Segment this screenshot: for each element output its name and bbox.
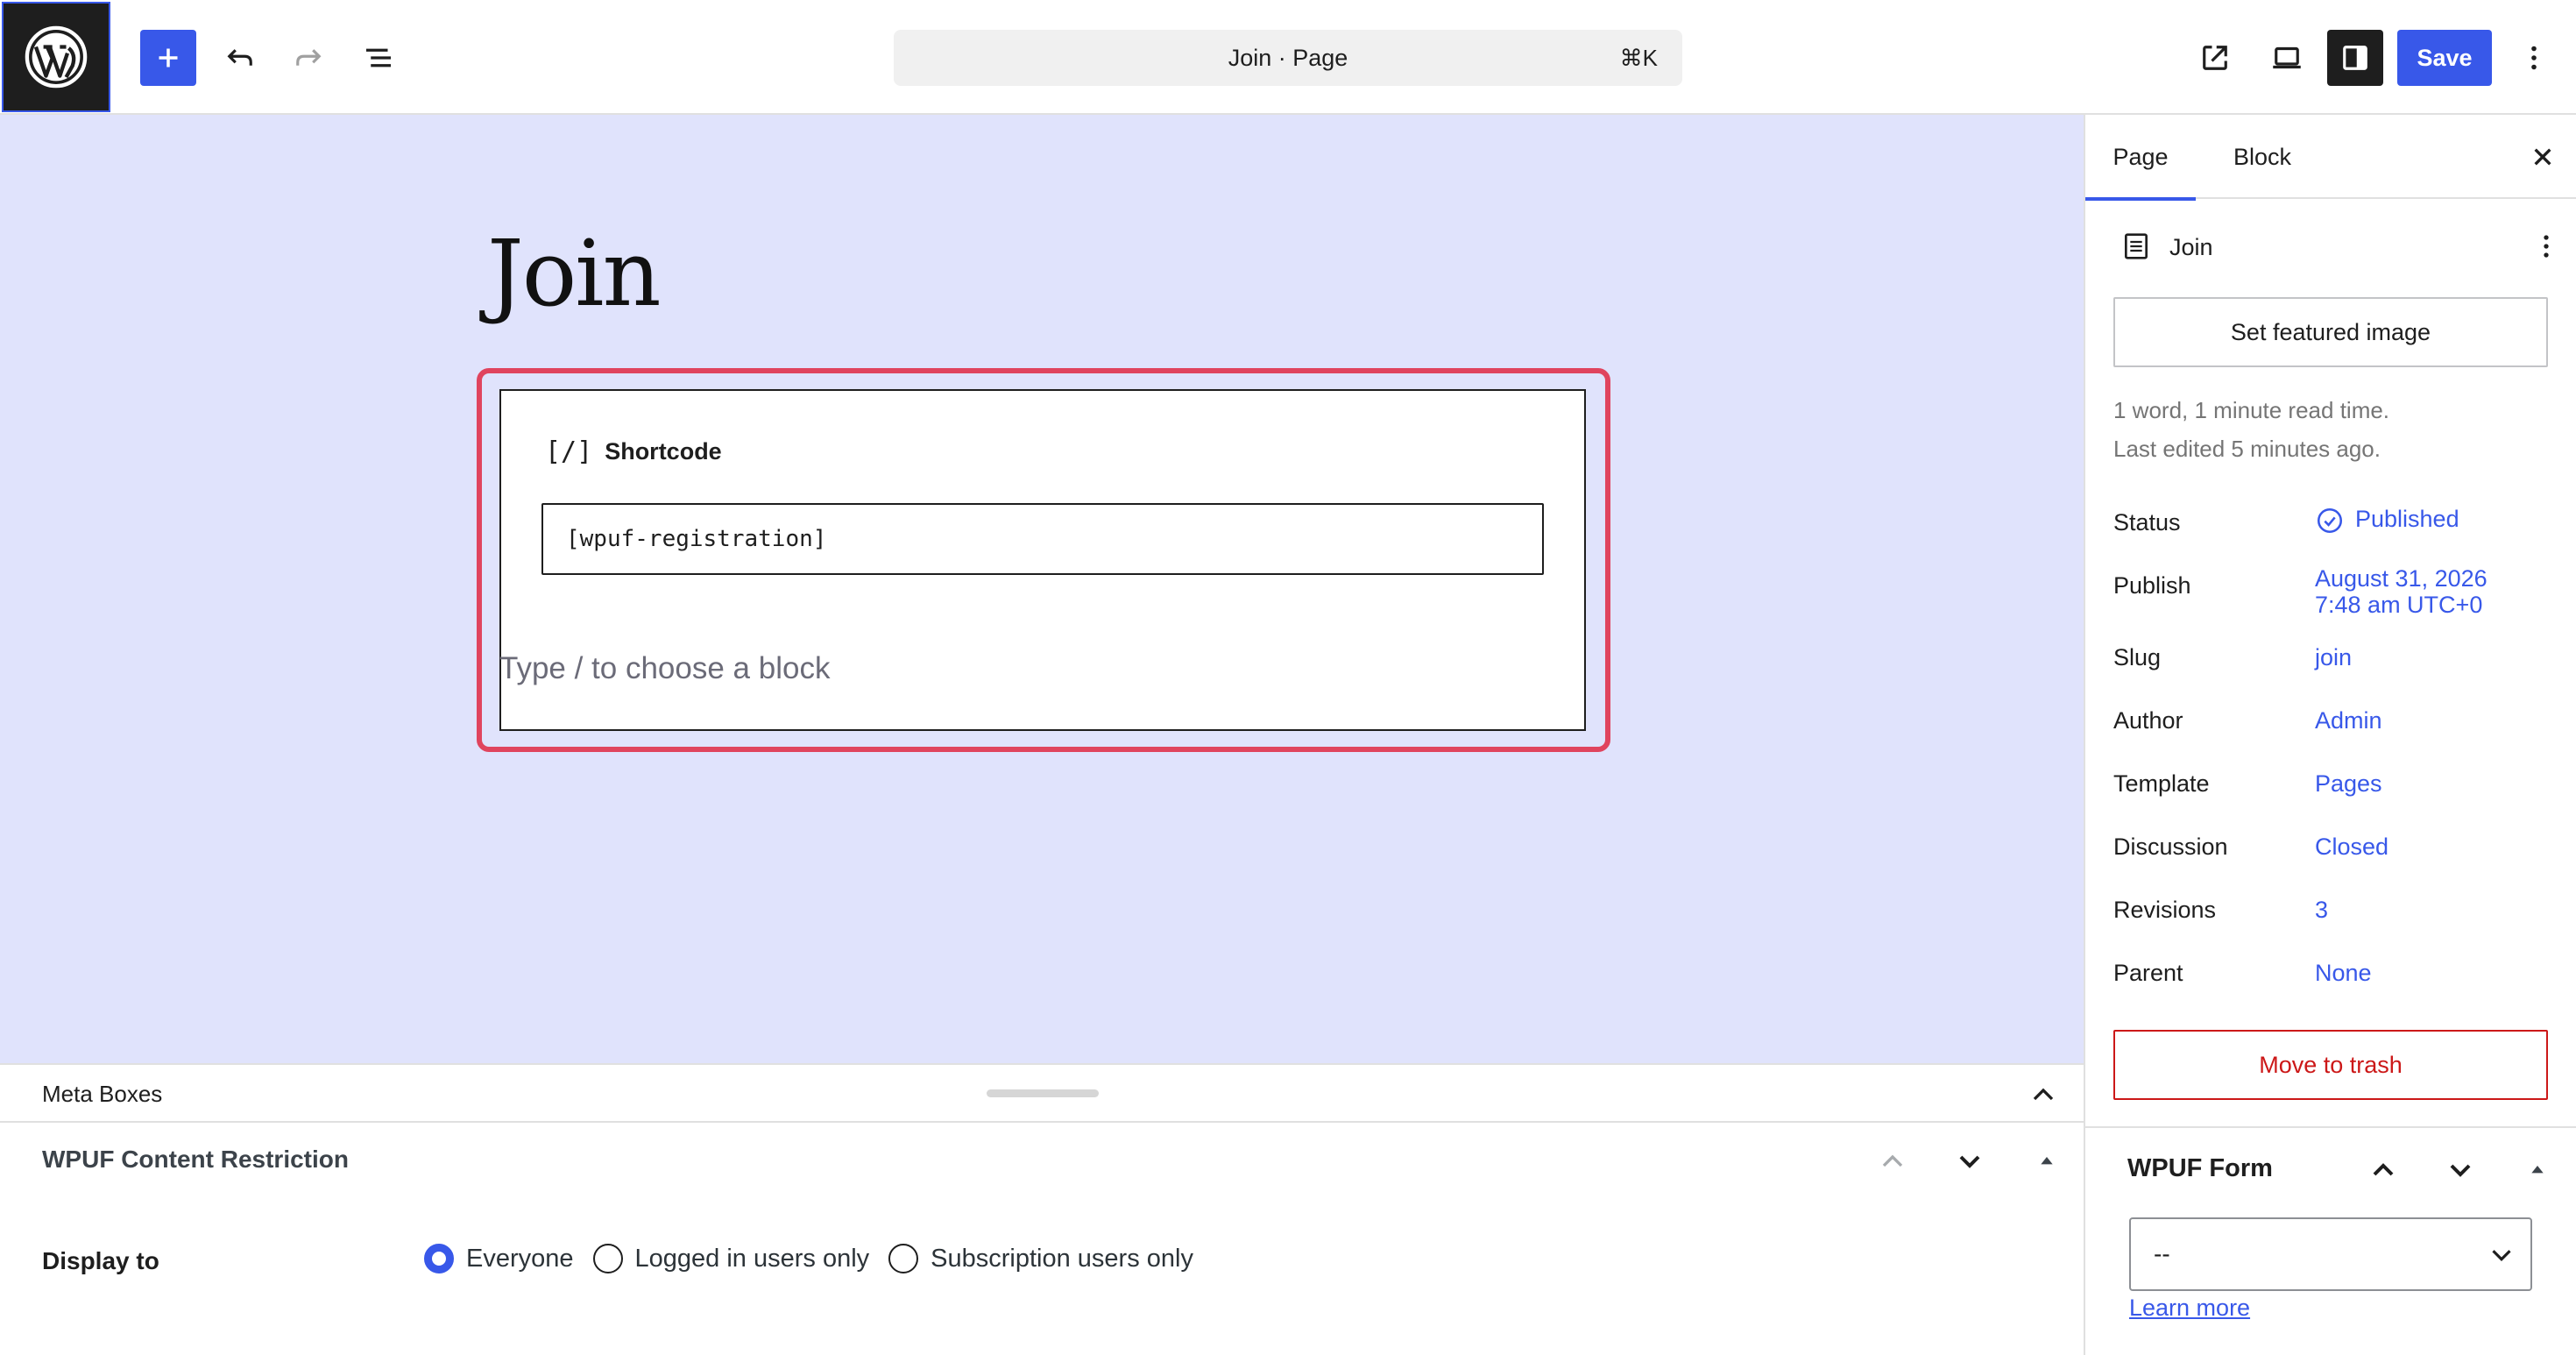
- shortcode-icon: [/]: [545, 436, 593, 467]
- slug-label: Slug: [2113, 644, 2162, 670]
- redo-icon: [296, 49, 322, 66]
- revisions-label: Revisions: [2113, 897, 2217, 923]
- collapse-triangle-icon[interactable]: [2029, 1144, 2064, 1179]
- radio-button[interactable]: [888, 1244, 919, 1273]
- slug-value[interactable]: join: [2315, 644, 2352, 670]
- command-shortcut: ⌘K: [1619, 45, 1658, 71]
- publish-value[interactable]: August 31, 2026 7:48 am UTC+0: [2315, 565, 2488, 618]
- close-icon[interactable]: [2525, 139, 2560, 174]
- editor-header: Join · Page ⌘K Save: [0, 0, 2576, 115]
- status-value-text: Published: [2355, 506, 2459, 533]
- published-check-icon: [2317, 507, 2343, 534]
- parent-value[interactable]: None: [2315, 960, 2372, 986]
- page-icon: [2125, 233, 2148, 259]
- meta-boxes-area: Meta Boxes WPUF Content Restriction Disp…: [0, 1063, 2084, 1355]
- list-view-icon: [366, 48, 391, 67]
- move-down-icon[interactable]: [1952, 1144, 1987, 1179]
- sidebar-divider: [2085, 1126, 2576, 1128]
- display-to-radio-group: Everyone Logged in users only Subscripti…: [424, 1244, 1213, 1273]
- wpuf-form-title[interactable]: WPUF Form: [2127, 1154, 2273, 1183]
- document-name: Join: [2169, 234, 2213, 260]
- radio-logged-in[interactable]: Logged in users only: [592, 1244, 870, 1273]
- move-up-icon[interactable]: [1875, 1144, 1910, 1179]
- settings-sidebar: Page Block Join Set featured image 1 wor…: [2084, 115, 2576, 1355]
- template-label: Template: [2113, 770, 2210, 797]
- content-restriction-title[interactable]: WPUF Content Restriction: [42, 1146, 349, 1174]
- publish-time: 7:48 am UTC+0: [2315, 592, 2483, 618]
- sidebar-tabs: Page Block: [2085, 115, 2576, 201]
- chevron-up-icon[interactable]: [2026, 1077, 2061, 1112]
- meta-boxes-title: Meta Boxes: [42, 1081, 163, 1107]
- learn-more-link[interactable]: Learn more: [2129, 1295, 2250, 1322]
- tab-block[interactable]: Block: [2210, 115, 2315, 199]
- redo-button[interactable]: [286, 35, 331, 81]
- chevron-down-icon: [2492, 1250, 2511, 1261]
- wpuf-form-selected: --: [2154, 1240, 2170, 1267]
- page-title[interactable]: Join: [487, 220, 662, 327]
- more-vertical-icon: [2531, 46, 2537, 70]
- publish-label: Publish: [2113, 572, 2191, 599]
- radio-subscription[interactable]: Subscription users only: [888, 1244, 1193, 1273]
- save-button[interactable]: Save: [2397, 30, 2492, 86]
- options-button[interactable]: [2511, 35, 2557, 81]
- move-to-trash-button[interactable]: Move to trash: [2113, 1030, 2548, 1100]
- document-title: Join · Page: [1228, 45, 1348, 71]
- set-featured-image-button[interactable]: Set featured image: [2113, 297, 2548, 367]
- more-vertical-icon[interactable]: [2529, 229, 2564, 264]
- external-link-icon: [2203, 46, 2227, 70]
- word-count: 1 word, 1 minute read time.: [2113, 397, 2390, 423]
- shortcode-input[interactable]: [wpuf-registration]: [541, 503, 1544, 575]
- shortcode-label: [/] Shortcode: [545, 436, 722, 467]
- radio-label: Logged in users only: [634, 1244, 870, 1273]
- revisions-value[interactable]: 3: [2315, 897, 2328, 923]
- tab-page[interactable]: Page: [2085, 115, 2196, 201]
- view-page-button[interactable]: [2192, 35, 2238, 81]
- radio-button[interactable]: [592, 1244, 623, 1273]
- wordpress-logo-svg: [25, 25, 88, 89]
- author-value[interactable]: Admin: [2315, 707, 2382, 734]
- collapse-triangle-icon[interactable]: [2520, 1153, 2555, 1188]
- radio-label: Subscription users only: [931, 1244, 1193, 1273]
- template-value[interactable]: Pages: [2315, 770, 2382, 797]
- meta-boxes-header[interactable]: Meta Boxes: [0, 1065, 2084, 1123]
- radio-button-checked[interactable]: [424, 1244, 454, 1273]
- resize-handle[interactable]: [987, 1089, 1099, 1097]
- move-down-icon[interactable]: [2443, 1153, 2478, 1188]
- parent-label: Parent: [2113, 960, 2183, 986]
- editor-canvas[interactable]: Join [/] Shortcode [wpuf-registration] T…: [0, 115, 2084, 1063]
- publish-date: August 31, 2026: [2315, 565, 2488, 592]
- radio-everyone[interactable]: Everyone: [424, 1244, 574, 1273]
- command-center[interactable]: Join · Page ⌘K: [894, 30, 1682, 86]
- wpuf-form-select[interactable]: --: [2129, 1217, 2532, 1291]
- block-appender[interactable]: Type / to choose a block: [499, 651, 830, 686]
- laptop-preview-icon: [2273, 46, 2301, 69]
- plus-icon: [159, 48, 178, 67]
- radio-label: Everyone: [466, 1244, 574, 1273]
- discussion-label: Discussion: [2113, 834, 2228, 860]
- discussion-value[interactable]: Closed: [2315, 834, 2388, 860]
- display-to-label: Display to: [42, 1247, 159, 1274]
- shortcode-label-text: Shortcode: [605, 438, 722, 465]
- undo-icon: [227, 49, 252, 66]
- last-edited: Last edited 5 minutes ago.: [2113, 436, 2381, 462]
- preview-button[interactable]: [2261, 35, 2313, 81]
- author-label: Author: [2113, 707, 2183, 734]
- undo-button[interactable]: [217, 35, 263, 81]
- move-up-icon[interactable]: [2366, 1153, 2401, 1188]
- settings-toggle-button[interactable]: [2327, 30, 2383, 86]
- wordpress-logo-icon[interactable]: [2, 2, 110, 112]
- status-label: Status: [2113, 509, 2181, 536]
- status-value[interactable]: Published: [2315, 506, 2459, 536]
- sidebar-settings-icon: [2343, 46, 2367, 70]
- add-block-button[interactable]: [140, 30, 196, 86]
- list-view-button[interactable]: [356, 35, 401, 81]
